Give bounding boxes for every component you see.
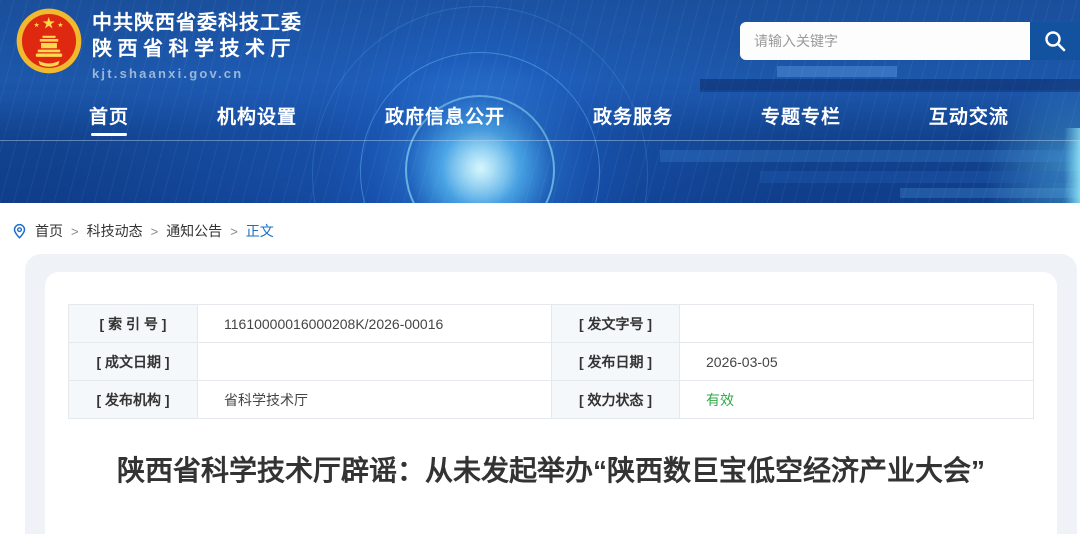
meta-value-validity: 有效 — [680, 381, 1034, 419]
table-row: [ 发布机构 ] 省科学技术厅 [ 效力状态 ] 有效 — [69, 381, 1034, 419]
meta-value-index-number: 11610000016000208K/2026-00016 — [198, 305, 552, 343]
search-button[interactable] — [1030, 22, 1080, 60]
breadcrumb-separator: > — [71, 224, 79, 239]
site-url: kjt.shaanxi.gov.cn — [92, 66, 302, 81]
meta-label-written-date: [ 成文日期 ] — [69, 343, 198, 381]
meta-label-index-number: [ 索 引 号 ] — [69, 305, 198, 343]
meta-value-doc-number — [680, 305, 1034, 343]
content-card: [ 索 引 号 ] 11610000016000208K/2026-00016 … — [45, 272, 1057, 534]
meta-label-doc-number: [ 发文字号 ] — [552, 305, 680, 343]
national-emblem-logo — [16, 8, 82, 74]
decor-bar — [760, 171, 1080, 183]
org-name-line2: 陕西省科学技术厅 — [92, 37, 302, 61]
breadcrumb-separator: > — [230, 224, 238, 239]
breadcrumb-item-notices[interactable]: 通知公告 — [166, 221, 222, 241]
location-pin-icon — [12, 223, 27, 240]
nav-item-interaction[interactable]: 互动交流 — [929, 90, 1009, 141]
org-name-line1: 中共陕西省委科技工委 — [92, 11, 302, 35]
nav-item-org[interactable]: 机构设置 — [217, 90, 297, 141]
site-search — [740, 22, 1080, 60]
doc-meta-table: [ 索 引 号 ] 11610000016000208K/2026-00016 … — [68, 304, 1034, 419]
nav-item-topics[interactable]: 专题专栏 — [761, 90, 841, 141]
meta-label-issuing-org: [ 发布机构 ] — [69, 381, 198, 419]
search-input[interactable] — [740, 22, 1030, 60]
decor-bar — [777, 66, 897, 77]
content-panel: [ 索 引 号 ] 11610000016000208K/2026-00016 … — [25, 254, 1077, 534]
table-row: [ 成文日期 ] [ 发布日期 ] 2026-03-05 — [69, 343, 1034, 381]
meta-value-publish-date: 2026-03-05 — [680, 343, 1034, 381]
breadcrumb-item-tech-news[interactable]: 科技动态 — [87, 221, 143, 241]
site-brand: 中共陕西省委科技工委 陕西省科学技术厅 kjt.shaanxi.gov.cn — [16, 8, 302, 81]
meta-label-validity: [ 效力状态 ] — [552, 381, 680, 419]
nav-item-services[interactable]: 政务服务 — [593, 90, 673, 141]
breadcrumb-item-home[interactable]: 首页 — [35, 221, 63, 241]
decor-bar — [900, 188, 1080, 198]
meta-label-publish-date: [ 发布日期 ] — [552, 343, 680, 381]
table-row: [ 索 引 号 ] 11610000016000208K/2026-00016 … — [69, 305, 1034, 343]
main-nav: 首页 机构设置 政府信息公开 政务服务 专题专栏 互动交流 — [0, 90, 1080, 141]
nav-item-gov-info[interactable]: 政府信息公开 — [385, 90, 505, 141]
page: 中共陕西省委科技工委 陕西省科学技术厅 kjt.shaanxi.gov.cn 首… — [0, 0, 1080, 534]
decor-bar — [660, 150, 1080, 162]
search-icon — [1043, 29, 1067, 53]
breadcrumb: 首页 > 科技动态 > 通知公告 > 正文 — [12, 219, 1080, 243]
meta-value-written-date — [198, 343, 552, 381]
site-header: 中共陕西省委科技工委 陕西省科学技术厅 kjt.shaanxi.gov.cn 首… — [0, 0, 1080, 203]
article-title: 陕西省科学技术厅辟谣：从未发起举办“陕西数巨宝低空经济产业大会” — [81, 449, 1021, 492]
breadcrumb-separator: > — [151, 224, 159, 239]
meta-value-issuing-org: 省科学技术厅 — [198, 381, 552, 419]
breadcrumb-item-current: 正文 — [246, 221, 274, 241]
nav-item-home[interactable]: 首页 — [89, 90, 129, 141]
